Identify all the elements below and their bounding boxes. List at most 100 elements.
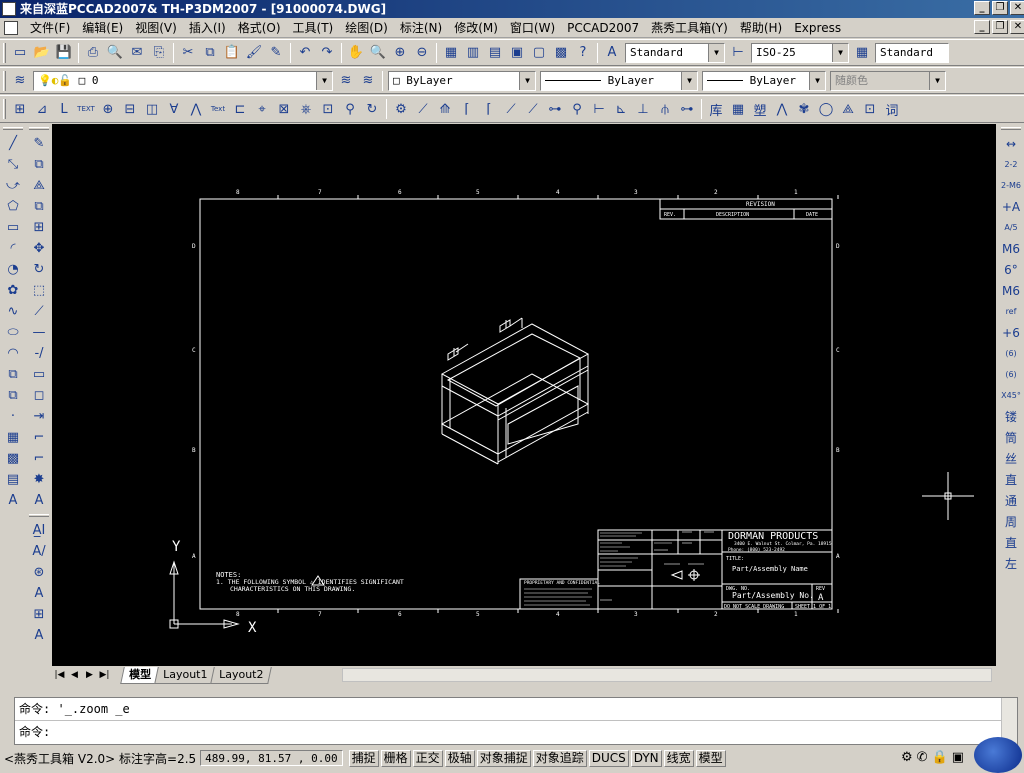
- pccad-tool-icon[interactable]: ⊿: [31, 98, 53, 120]
- status-toggle-button[interactable]: 栅格: [380, 749, 411, 767]
- pccad-tool-icon[interactable]: ⋀: [185, 98, 207, 120]
- dropdown-arrow-icon[interactable]: ▼: [681, 71, 697, 90]
- dropdown-arrow-icon[interactable]: ▼: [809, 71, 825, 90]
- modify-tool-icon[interactable]: ◻: [28, 385, 50, 406]
- status-coordinates[interactable]: 489.99, 81.57 , 0.00: [200, 750, 343, 766]
- menu-item[interactable]: 标注(N): [394, 18, 448, 38]
- pccad-tool-icon[interactable]: ⟋: [412, 98, 434, 120]
- dimension-tool-icon[interactable]: ↔: [1000, 133, 1022, 154]
- doc-minimize-button[interactable]: _: [974, 20, 990, 34]
- pccad-tool-icon[interactable]: TEXT: [75, 98, 97, 120]
- pccad-tool-icon[interactable]: ⚲: [339, 98, 361, 120]
- pccad-tool-icon[interactable]: ⊶: [544, 98, 566, 120]
- toolbar-grip[interactable]: [3, 99, 6, 119]
- pccad-tool-icon[interactable]: ⊠: [273, 98, 295, 120]
- draw-tool-icon[interactable]: ◠: [2, 343, 24, 364]
- prev-tab-button[interactable]: ◀: [67, 668, 82, 682]
- pccad-tool-icon[interactable]: 库: [705, 98, 727, 120]
- dimension-tool-icon[interactable]: +6: [1000, 322, 1022, 343]
- make-current-layer-icon[interactable]: ≋: [335, 70, 357, 92]
- status-toggle-button[interactable]: 对象捕捉: [476, 749, 531, 767]
- pccad-tool-icon[interactable]: ⎈: [295, 98, 317, 120]
- layer-select[interactable]: 💡◐🔓 □ 0 ▼: [33, 70, 333, 91]
- pccad-tool-icon[interactable]: ⟋: [500, 98, 522, 120]
- menu-item[interactable]: 插入(I): [183, 18, 232, 38]
- doc-restore-button[interactable]: ❐: [992, 20, 1008, 34]
- menu-item[interactable]: PCCAD2007: [561, 18, 645, 38]
- sheetset-icon[interactable]: ▣: [506, 42, 528, 64]
- modify-tool-icon[interactable]: ⟁: [28, 175, 50, 196]
- drawing-svg[interactable]: 8 8 7 7 6 6 5 5 4 4 3 3 2 2 1 1 D D C C B B A A REVISION REV. D…: [52, 124, 996, 666]
- tray-lock-icon[interactable]: 🔒: [932, 750, 948, 765]
- status-toggle-button[interactable]: 线宽: [663, 749, 694, 767]
- menu-item[interactable]: 绘图(D): [339, 18, 394, 38]
- copy-icon[interactable]: ⧉: [199, 42, 221, 64]
- dimension-tool-icon[interactable]: X45°: [1000, 385, 1022, 406]
- horizontal-scrollbar[interactable]: [342, 668, 992, 682]
- dimension-tool-icon[interactable]: ref: [1000, 301, 1022, 322]
- pccad-tool-icon[interactable]: ⊟: [119, 98, 141, 120]
- dimension-tool-icon[interactable]: (6): [1000, 343, 1022, 364]
- close-button[interactable]: ✕: [1010, 1, 1024, 15]
- lineweight-select[interactable]: ByLayer ▼: [702, 70, 826, 91]
- pccad-tool-icon[interactable]: ⚙: [390, 98, 412, 120]
- toolpalettes-icon[interactable]: ▤: [484, 42, 506, 64]
- tray-communication-icon[interactable]: ✆: [917, 750, 928, 765]
- modify-tool-icon[interactable]: ⊞: [28, 217, 50, 238]
- draw-tool-icon[interactable]: ╱: [2, 133, 24, 154]
- pccad-tool-icon[interactable]: ⊶: [676, 98, 698, 120]
- modify-tool-icon[interactable]: ⧉: [28, 196, 50, 217]
- status-toggle-button[interactable]: DUCS: [588, 749, 629, 767]
- pccad-tool-icon[interactable]: ⊞: [9, 98, 31, 120]
- draw-tool-icon[interactable]: ▦: [2, 427, 24, 448]
- pccad-tool-icon[interactable]: ⌈: [478, 98, 500, 120]
- draw-tool-icon[interactable]: ⤡: [2, 154, 24, 175]
- status-toggle-button[interactable]: 正交: [412, 749, 443, 767]
- pccad-tool-icon[interactable]: 塑: [749, 98, 771, 120]
- pccad-tool-icon[interactable]: Text: [207, 98, 229, 120]
- tray-settings-icon[interactable]: ⚙: [901, 750, 913, 765]
- draw-tool-icon[interactable]: ⧉: [2, 364, 24, 385]
- pccad-tool-icon[interactable]: ⌈: [456, 98, 478, 120]
- save-icon[interactable]: 💾: [53, 42, 75, 64]
- modify-tool-icon[interactable]: -/: [28, 343, 50, 364]
- status-toggle-button[interactable]: 对象追踪: [532, 749, 587, 767]
- toolbar-grip[interactable]: [1001, 127, 1021, 130]
- status-toggle-button[interactable]: 捕捉: [348, 749, 379, 767]
- table-style-icon[interactable]: ▦: [851, 42, 873, 64]
- command-window[interactable]: 命令: '_.zoom _e 命令:: [14, 697, 1018, 745]
- draw-tool-icon[interactable]: ▤: [2, 469, 24, 490]
- dimension-tool-icon[interactable]: 2-2: [1000, 154, 1022, 175]
- tray-clean-screen-icon[interactable]: ▣: [952, 750, 964, 765]
- dimension-tool-icon[interactable]: M6: [1000, 238, 1022, 259]
- draw-tool-icon[interactable]: ▭: [2, 217, 24, 238]
- draw-tool-icon[interactable]: ✿: [2, 280, 24, 301]
- doc-close-button[interactable]: ✕: [1010, 20, 1024, 34]
- modify-tool-icon[interactable]: ⊞: [28, 604, 50, 625]
- first-tab-button[interactable]: |◀: [52, 668, 67, 682]
- plot-icon[interactable]: ⎘: [148, 42, 170, 64]
- dim-style-icon[interactable]: ⊢: [727, 42, 749, 64]
- dimension-tool-icon[interactable]: 直: [1000, 469, 1022, 490]
- draw-tool-icon[interactable]: ⬠: [2, 196, 24, 217]
- dim-style-select[interactable]: ISO-25 ▼: [751, 42, 849, 63]
- toolbar-grip[interactable]: [3, 42, 6, 63]
- text-style-select[interactable]: Standard ▼: [625, 42, 725, 63]
- pccad-tool-icon[interactable]: ⊏: [229, 98, 251, 120]
- draw-tool-icon[interactable]: ·: [2, 406, 24, 427]
- modify-tool-icon[interactable]: ✸: [28, 469, 50, 490]
- dimension-tool-icon[interactable]: (6): [1000, 364, 1022, 385]
- pccad-tool-icon[interactable]: ⊡: [859, 98, 881, 120]
- pccad-tool-icon[interactable]: ⊾: [610, 98, 632, 120]
- toolbar-grip[interactable]: [29, 514, 49, 517]
- new-icon[interactable]: ▭: [9, 42, 31, 64]
- redo-icon[interactable]: ↷: [316, 42, 338, 64]
- pccad-tool-icon[interactable]: ◫: [141, 98, 163, 120]
- draw-tool-icon[interactable]: ◜: [2, 238, 24, 259]
- pccad-tool-icon[interactable]: ⌖: [251, 98, 273, 120]
- menu-item[interactable]: 燕秀工具箱(Y): [645, 18, 734, 38]
- dropdown-arrow-icon[interactable]: ▼: [519, 71, 535, 90]
- status-toggle-button[interactable]: DYN: [630, 749, 662, 767]
- minimize-button[interactable]: _: [974, 1, 990, 15]
- status-toggle-button[interactable]: 极轴: [444, 749, 475, 767]
